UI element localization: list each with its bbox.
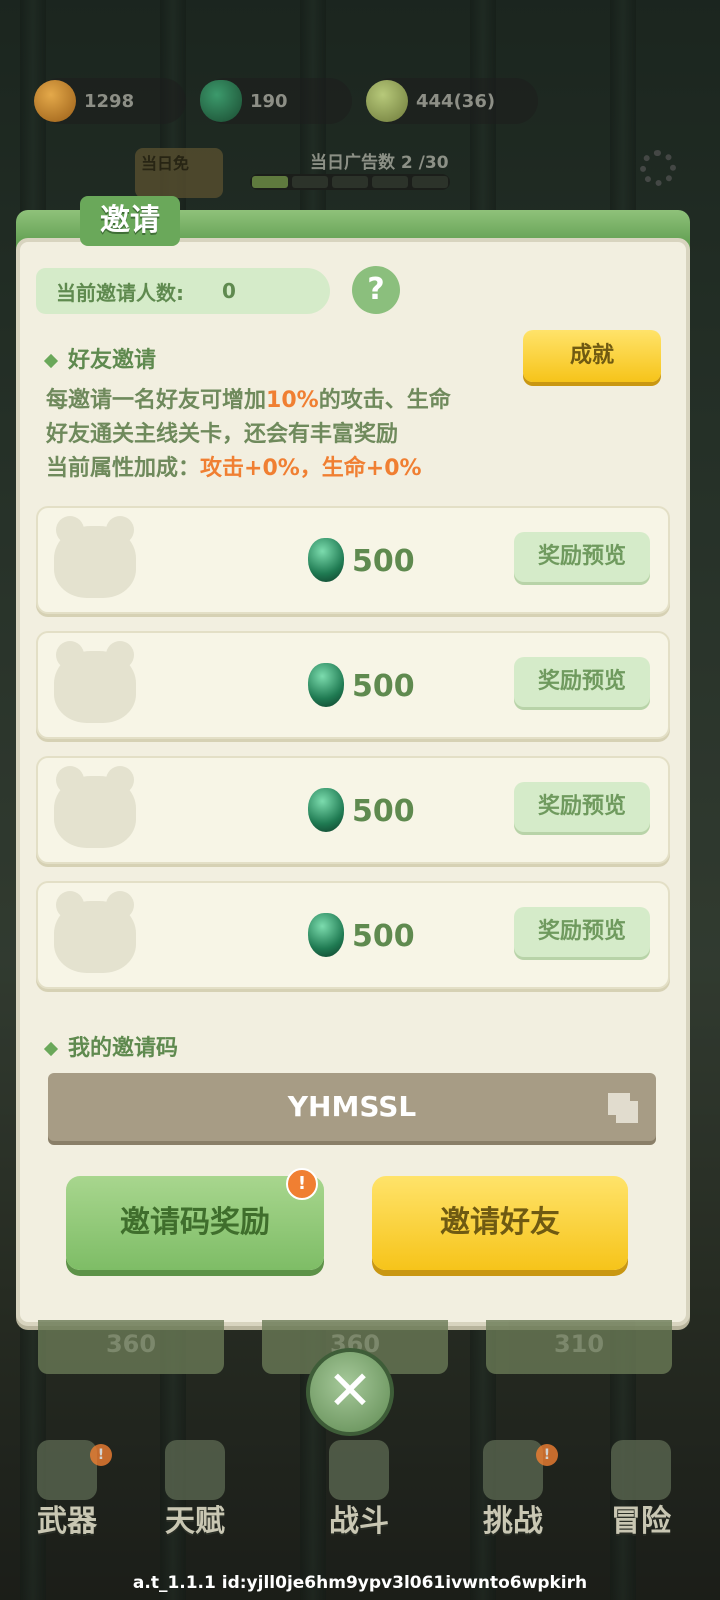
axe-icon	[37, 1440, 97, 1500]
reward-amount: 500	[352, 669, 415, 704]
nav-adventure[interactable]: 冒险	[586, 1440, 696, 1540]
friend-invite-section-title: 好友邀请	[43, 342, 157, 374]
invite-friend-button[interactable]: 邀请好友	[372, 1176, 628, 1270]
paw-icon	[34, 80, 76, 122]
reward-row: 500 奖励预览	[36, 756, 670, 864]
ad-count-label: 当日广告数 2 /30	[310, 148, 449, 173]
reward-amount: 500	[352, 544, 415, 579]
invite-count-label: 当前邀请人数:	[56, 280, 184, 305]
background-card: 360	[38, 1320, 224, 1374]
paw-count: 1298	[84, 90, 135, 112]
nav-label: 冒险	[611, 1504, 671, 1539]
nav-label: 武器	[37, 1504, 97, 1539]
desc-line-2: 好友通关主线关卡，还会有丰富奖励	[46, 422, 399, 447]
bonus-highlight: 攻击+0%，生命+0%	[200, 456, 422, 481]
reward-preview-button[interactable]: 奖励预览	[514, 782, 650, 832]
invite-code-field: YHMSSL	[48, 1073, 656, 1141]
lock-icon	[611, 1440, 671, 1500]
nav-weapon[interactable]: ! 武器	[12, 1440, 122, 1540]
invite-code-value: YHMSSL	[287, 1090, 417, 1123]
gem-icon	[308, 913, 344, 957]
close-button[interactable]: ✕	[306, 1348, 394, 1436]
bamboo-count: 444(36)	[416, 90, 496, 112]
bear-avatar-placeholder-icon	[54, 641, 136, 723]
invite-code-section-title: 我的邀请码	[43, 1030, 179, 1062]
diamond-bullet-icon	[43, 353, 59, 369]
achievement-button[interactable]: 成就	[523, 330, 661, 382]
stump-icon	[483, 1440, 543, 1500]
ad-progress-bar	[250, 174, 450, 190]
bear-avatar-placeholder-icon	[54, 516, 136, 598]
reward-row: 500 奖励预览	[36, 881, 670, 989]
percent-highlight: 10%	[266, 388, 319, 413]
nav-challenge[interactable]: ! 挑战	[458, 1440, 568, 1540]
paw-currency: 1298	[34, 78, 186, 124]
invite-count-value: 0	[222, 279, 236, 303]
nav-battle[interactable]: 战斗	[304, 1440, 414, 1540]
gem-icon	[308, 538, 344, 582]
bear-avatar-placeholder-icon	[54, 891, 136, 973]
invite-count-bar: 当前邀请人数: 0	[36, 268, 330, 314]
reward-amount: 500	[352, 794, 415, 829]
reward-amount: 500	[352, 919, 415, 954]
bamboo-currency: 444(36)	[366, 78, 538, 124]
diamond-bullet-icon	[43, 1041, 59, 1057]
bear-avatar-placeholder-icon	[54, 766, 136, 848]
panel-title: 邀请	[80, 196, 180, 246]
desc-line-3: 当前属性加成：攻击+0%，生命+0%	[46, 456, 422, 481]
desc-line-1: 每邀请一名好友可增加10%的攻击、生命	[46, 388, 451, 413]
gem-icon	[308, 788, 344, 832]
bamboo-shoot-icon	[366, 80, 408, 122]
gear-icon[interactable]	[640, 150, 676, 186]
daily-free-ad-button[interactable]: 当日免	[135, 148, 223, 198]
nav-label: 天赋	[165, 1504, 225, 1539]
invite-code-reward-button[interactable]: 邀请码奖励	[66, 1176, 324, 1270]
ad-label-text: 当日广告数	[310, 153, 395, 173]
reward-row: 500 奖励预览	[36, 506, 670, 614]
copy-icon[interactable]	[608, 1093, 630, 1115]
reward-preview-button[interactable]: 奖励预览	[514, 657, 650, 707]
ad-count-value: 2 /30	[400, 153, 449, 173]
gem-icon	[200, 80, 242, 122]
code-section-text: 我的邀请码	[68, 1036, 179, 1061]
daily-free-label: 当日免	[141, 154, 190, 173]
friend-section-text: 好友邀请	[68, 348, 157, 373]
gem-count: 190	[250, 90, 288, 112]
scroll-icon	[329, 1440, 389, 1500]
notification-badge: !	[536, 1444, 558, 1466]
nav-label: 挑战	[483, 1504, 543, 1539]
reward-row: 500 奖励预览	[36, 631, 670, 739]
gem-currency: 190	[200, 78, 352, 124]
background-card: 310	[486, 1320, 672, 1374]
book-lock-icon	[165, 1440, 225, 1500]
version-footer: a.t_1.1.1 id:yjll0je6hm9ypv3l061ivwnto6w…	[132, 1573, 588, 1593]
help-button[interactable]: ?	[352, 266, 400, 314]
nav-label: 战斗	[329, 1504, 389, 1539]
nav-talent[interactable]: 天赋	[140, 1440, 250, 1540]
reward-preview-button[interactable]: 奖励预览	[514, 907, 650, 957]
gem-icon	[308, 663, 344, 707]
reward-preview-button[interactable]: 奖励预览	[514, 532, 650, 582]
notification-badge: !	[286, 1168, 318, 1200]
notification-badge: !	[90, 1444, 112, 1466]
